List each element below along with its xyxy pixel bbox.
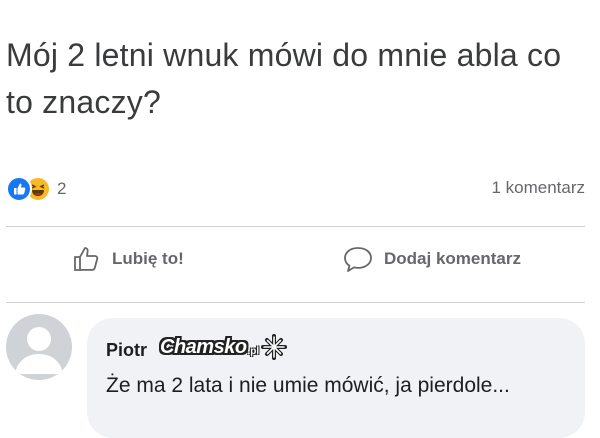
comment-button-label: Dodaj komentarz — [384, 249, 521, 268]
avatar[interactable] — [6, 314, 72, 380]
post-text: Mój 2 letni wnuk mówi do mnie abla co to… — [6, 37, 562, 120]
reactions-summary[interactable]: 2 — [6, 176, 66, 202]
watermark-logo: Chamsko .pl — [160, 334, 288, 360]
divider — [6, 302, 585, 303]
reaction-count: 2 — [57, 179, 67, 198]
comment-author[interactable]: Piotr — [106, 340, 147, 361]
like-icon — [6, 176, 32, 202]
hash-cross-icon — [261, 334, 288, 360]
thumbs-up-icon — [74, 247, 99, 271]
comment-count[interactable]: 1 komentarz — [491, 178, 585, 198]
watermark-suffix: .pl — [247, 345, 260, 357]
action-bar: Lubię to! Dodaj komentarz — [0, 232, 600, 292]
comment-button[interactable]: Dodaj komentarz — [342, 244, 521, 274]
comment-item: Piotr Chamsko .pl Że ma 2 lata i nie umi… — [0, 310, 600, 438]
comment-bubble: Piotr Chamsko .pl Że ma 2 lata i nie umi… — [87, 318, 585, 438]
post-stats: 2 1 komentarz — [0, 173, 600, 203]
watermark-text: Chamsko — [160, 335, 247, 358]
comment-text: Że ma 2 lata i nie umie mówić, ja pierdo… — [106, 374, 510, 397]
default-avatar-icon — [15, 327, 63, 374]
like-button-label: Lubię to! — [112, 249, 184, 268]
comment-bubble-icon — [344, 247, 372, 272]
divider — [6, 226, 585, 227]
like-button[interactable]: Lubię to! — [72, 244, 184, 274]
